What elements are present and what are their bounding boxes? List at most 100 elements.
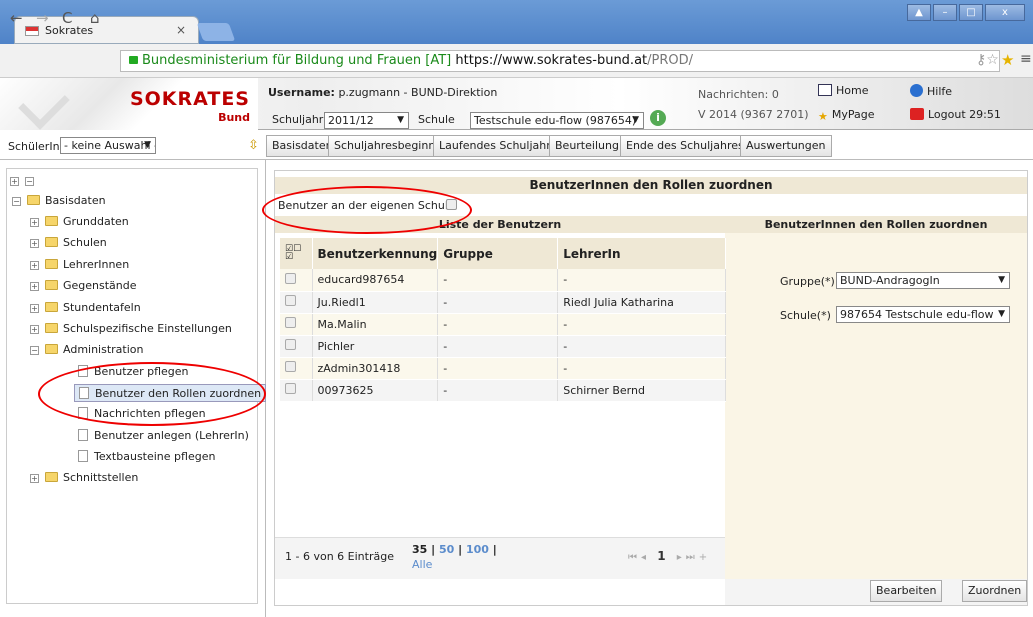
nav-beurteilung[interactable]: Beurteilung (549, 135, 625, 157)
maximize-icon[interactable]: □ (959, 4, 983, 21)
tree-item-textbausteine[interactable]: Textbausteine pflegen (78, 448, 215, 466)
row-checkbox[interactable] (285, 317, 296, 328)
table-row[interactable]: zAdmin301418- - (280, 357, 726, 380)
tree-item-schulspezifische[interactable]: + Schulspezifische Einstellungen (30, 320, 232, 338)
table-row[interactable]: educard987654- - (280, 269, 726, 292)
row-checkbox[interactable] (285, 339, 296, 350)
nav-auswertungen[interactable]: Auswertungen (740, 135, 832, 157)
folder-icon (45, 472, 58, 482)
tree-item-lehrerinnen[interactable]: + LehrerInnen (30, 256, 129, 274)
star-icon: ★ (818, 110, 828, 123)
page-size-50[interactable]: 50 (439, 543, 454, 556)
nav-laufendes-schuljahr[interactable]: Laufendes Schuljahr (433, 135, 557, 157)
tree-item-gegenstaende[interactable]: + Gegenstände (30, 277, 137, 295)
page-nav: ⏮◂ 1 ▸⏭+ (628, 549, 711, 563)
folder-icon (45, 280, 58, 290)
reload-icon[interactable]: C (62, 9, 72, 27)
tree-item-administration[interactable]: − Administration (30, 341, 144, 359)
schule-label: Schule (418, 113, 455, 126)
tree-expand-collapse[interactable]: + − (10, 172, 40, 190)
highlight-ellipse (262, 186, 472, 234)
select-all-checkbox[interactable]: ☑☐ ☑ (280, 238, 313, 269)
table-row[interactable]: 00973625- Schirner Bernd (280, 379, 726, 402)
page-size-100[interactable]: 100 (466, 543, 489, 556)
last-page-icon[interactable]: ⏭ (686, 552, 699, 563)
schuljahr-select[interactable]: 2011/12 ▼ (324, 112, 409, 129)
table-row[interactable]: Ma.Malin - - (280, 313, 726, 336)
schueler-select[interactable]: - keine Auswahl - ▼ (60, 137, 156, 154)
bearbeiten-button[interactable]: Bearbeiten (870, 580, 943, 602)
zuordnen-button[interactable]: Zuordnen (962, 580, 1028, 602)
folder-icon (45, 323, 58, 333)
next-page-icon[interactable]: ▸ (677, 552, 686, 563)
close-window-icon[interactable]: x (985, 4, 1025, 21)
info-icon[interactable]: i (650, 110, 666, 126)
row-checkbox[interactable] (285, 295, 296, 306)
first-page-icon[interactable]: ⏮ (628, 552, 641, 563)
favicon-icon (25, 26, 39, 36)
table-row[interactable]: Pichler - - (280, 335, 726, 358)
schule-select[interactable]: Testschule edu-flow (987654) ▼ (470, 112, 644, 129)
help-icon (910, 84, 923, 97)
logo-check-icon (18, 78, 70, 130)
logo: SOKRATES Bund (0, 78, 258, 130)
window-controls: ▲ – □ x (907, 4, 1025, 21)
col-benutzerkennung[interactable]: Benutzerkennung (312, 238, 439, 269)
folder-icon (27, 195, 40, 205)
folder-icon (45, 344, 58, 354)
page-size-35[interactable]: 35 (412, 543, 427, 556)
back-icon[interactable]: ← (10, 9, 23, 27)
forward-icon[interactable]: → (36, 9, 49, 27)
document-icon (78, 450, 88, 462)
tree-item-basisdaten[interactable]: − Basisdaten (12, 192, 106, 210)
version-text: V 2014 (9367 2701) (698, 108, 809, 121)
col-lehrerin[interactable]: LehrerIn (557, 238, 726, 269)
table-row[interactable]: Ju.Riedl1- Riedl Julia Katharina (280, 291, 726, 314)
tree-item-stundentafeln[interactable]: + Stundentafeln (30, 299, 141, 317)
mypage-link[interactable]: ★ MyPage (818, 108, 875, 123)
schuljahr-label: Schuljahr (272, 113, 324, 126)
key-icon[interactable]: ⚷☆ (976, 52, 999, 68)
pager-info: 1 - 6 von 6 Einträge (285, 550, 394, 563)
schule-field-label: Schule(*) (780, 309, 831, 322)
user-icon[interactable]: ▲ (907, 4, 931, 21)
tab-close-icon[interactable]: × (176, 23, 186, 37)
gruppe-label: Gruppe(*) (780, 275, 835, 288)
table-header: ☑☐ ☑ Benutzerkennung Gruppe LehrerIn (280, 238, 726, 269)
tree-item-schulen[interactable]: + Schulen (30, 234, 107, 252)
current-page: 1 (657, 549, 670, 563)
bookmark-star-icon[interactable]: ★ (1001, 51, 1014, 69)
minimize-icon[interactable]: – (933, 4, 957, 21)
hilfe-link[interactable]: Hilfe (910, 84, 952, 98)
schule-field-select[interactable]: 987654 Testschule edu-flow ▼ (836, 306, 1010, 323)
right-title: BenutzerInnen den Rollen zuordnen (725, 216, 1027, 233)
menu-icon[interactable]: ≡ (1020, 51, 1032, 67)
row-checkbox[interactable] (285, 272, 296, 284)
tree-item-benutzer-anlegen[interactable]: Benutzer anlegen (LehrerIn) (78, 427, 249, 445)
home-icon[interactable]: ⌂ (90, 9, 100, 27)
new-tab-button[interactable] (196, 23, 236, 41)
refresh-icon[interactable]: + (699, 552, 711, 563)
lock-icon (129, 56, 138, 64)
highlight-ellipse (38, 362, 266, 426)
pin-icon[interactable]: ⇳ (248, 138, 259, 153)
nav-ende-schuljahr[interactable]: Ende des Schuljahres (620, 135, 750, 157)
tree-item-schnittstellen[interactable]: + Schnittstellen (30, 469, 138, 487)
folder-icon (45, 259, 58, 269)
row-checkbox[interactable] (285, 361, 296, 372)
col-gruppe[interactable]: Gruppe (437, 238, 559, 269)
user-info: Username: p.zugmann - BUND-Direktion (268, 86, 498, 99)
prev-page-icon[interactable]: ◂ (641, 552, 650, 563)
address-bar[interactable]: Bundesministerium für Bildung und Frauen… (120, 50, 1000, 72)
row-checkbox[interactable] (285, 383, 296, 394)
page-size-all[interactable]: Alle (412, 558, 432, 571)
home-link[interactable]: Home (818, 84, 868, 97)
folder-icon (45, 237, 58, 247)
gruppe-select[interactable]: BUND-AndragogIn ▼ (836, 272, 1010, 289)
logout-link[interactable]: Logout 29:51 (910, 108, 1001, 121)
home-icon (818, 84, 832, 96)
nav-schuljahresbeginn[interactable]: Schuljahresbeginn (328, 135, 442, 157)
schueler-label: SchülerIn (8, 140, 60, 153)
tree-item-grunddaten[interactable]: + Grunddaten (30, 213, 129, 231)
nachrichten-count[interactable]: Nachrichten: 0 (698, 88, 779, 101)
